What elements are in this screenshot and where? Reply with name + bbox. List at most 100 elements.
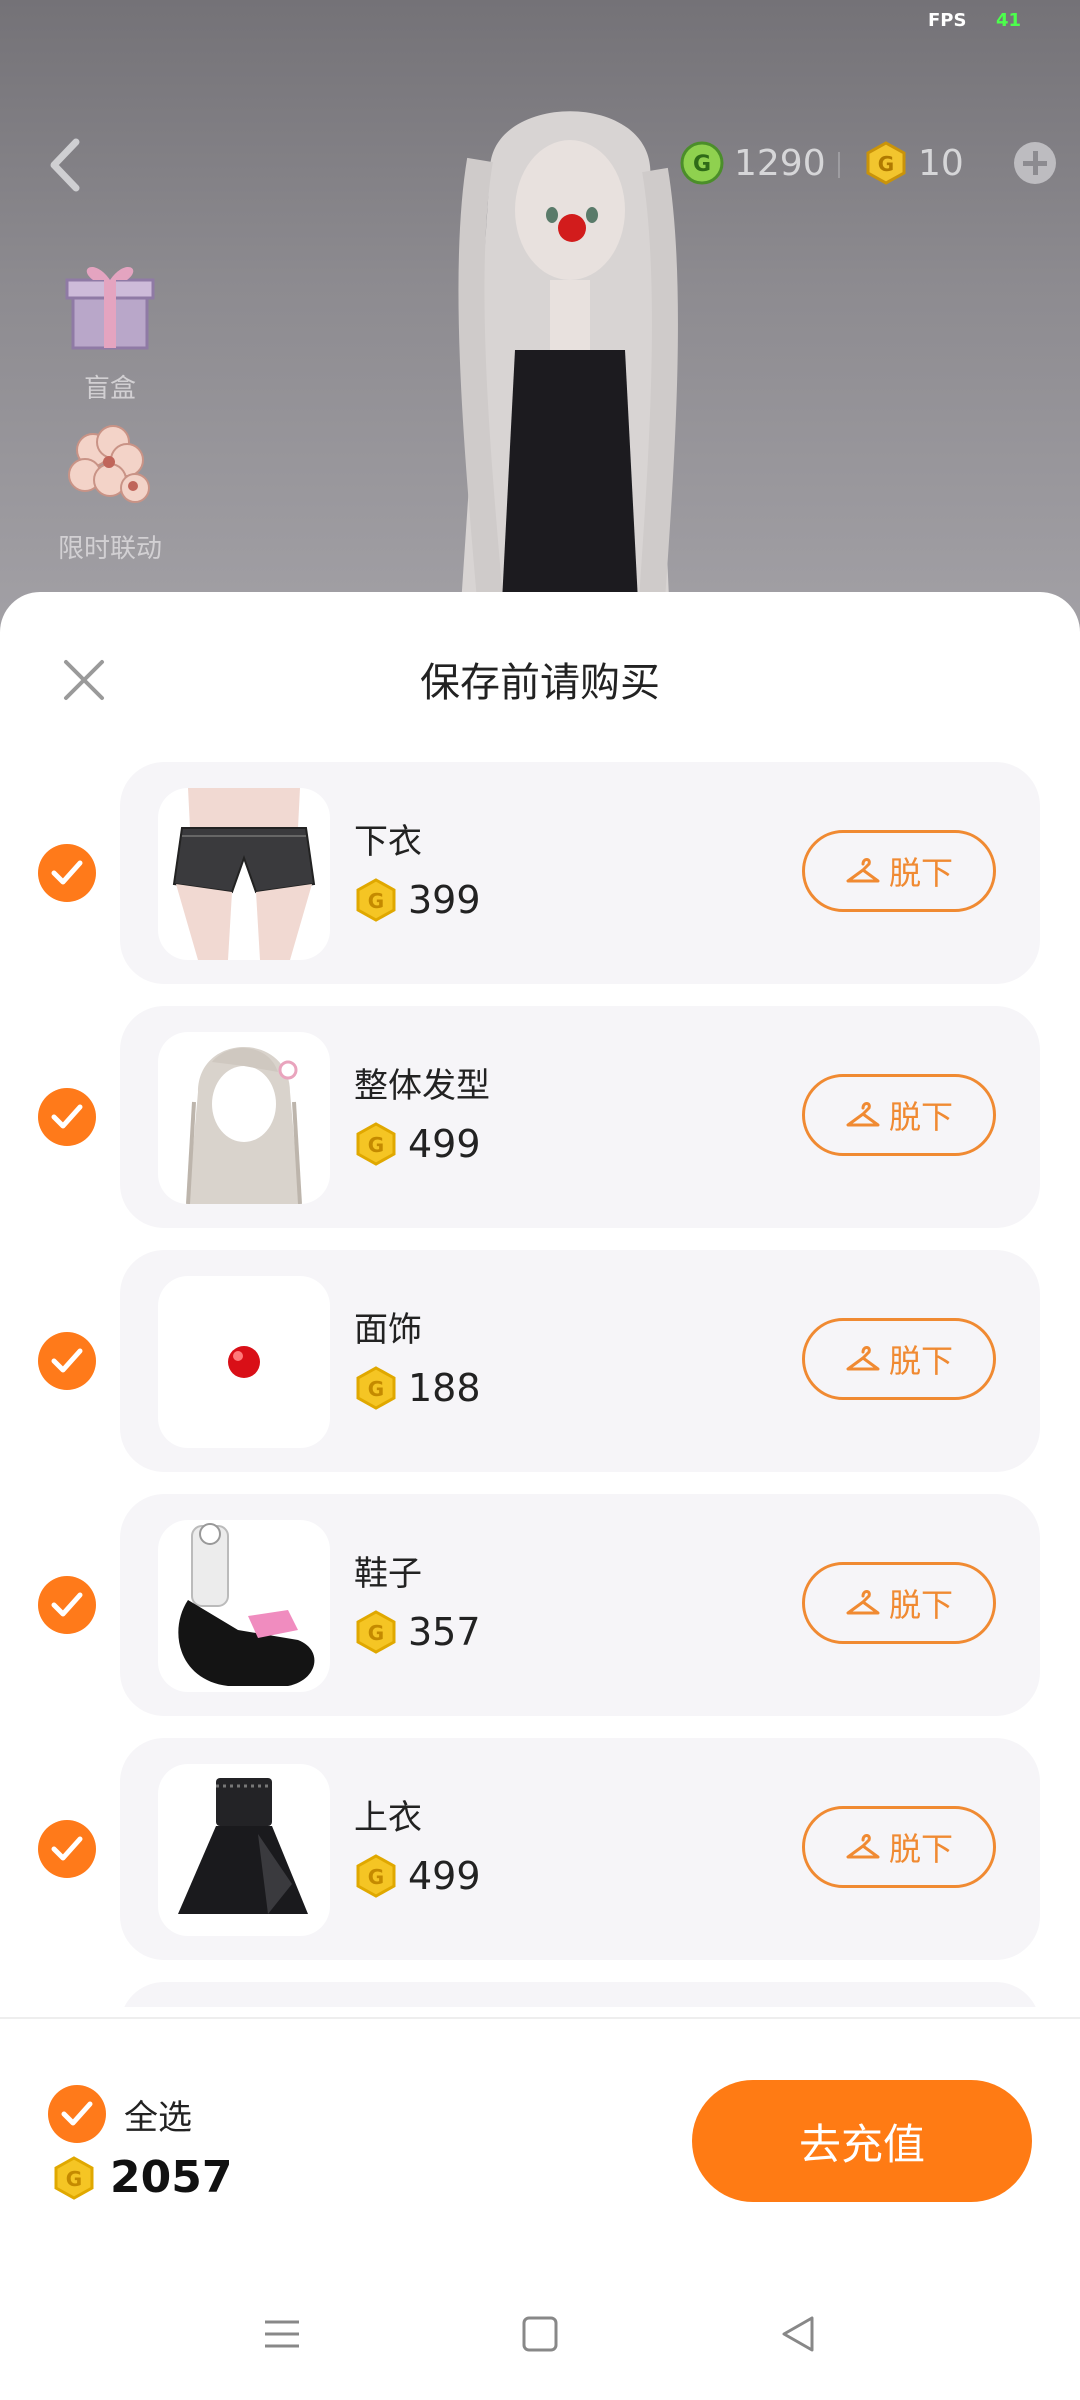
- gold-coin-icon: G: [356, 1366, 396, 1410]
- gold-coin-icon: G: [356, 1122, 396, 1166]
- nav-home-button[interactable]: [520, 2314, 560, 2358]
- hanger-icon: [846, 1346, 880, 1371]
- sidebar-item-collab[interactable]: 限时联动: [40, 420, 180, 565]
- remove-button-label: 脱下: [888, 1830, 953, 1868]
- check-icon: [51, 1104, 83, 1129]
- item-name: 整体发型: [354, 1066, 490, 1106]
- nav-back-button[interactable]: [778, 2314, 818, 2358]
- item-checkbox[interactable]: [38, 1576, 96, 1634]
- red-nose-icon: [228, 1346, 260, 1378]
- select-all-checkbox[interactable]: [48, 2085, 106, 2143]
- footer-divider: [0, 2017, 1080, 2019]
- recharge-button[interactable]: 去充值: [692, 2080, 1032, 2202]
- hanger-icon: [846, 1834, 880, 1859]
- item-price: G 499: [354, 1854, 481, 1898]
- purchase-sheet: 保存前请购买 下衣 G 399 脱下 整体发型 G 499 脱下 面饰 G 18…: [0, 592, 1080, 2400]
- game-scene: FPS 41 G 1290 G 10 盲盒 限时联动: [0, 0, 1080, 640]
- item-price: G 357: [354, 1610, 481, 1654]
- item-card: 下衣 G 399 脱下: [120, 762, 1040, 984]
- green-currency-amount: 1290: [734, 142, 826, 184]
- list-item: 上衣 G 499 脱下: [0, 1738, 1080, 1960]
- total-price: G 2057: [52, 2152, 232, 2203]
- hair-icon: [186, 1047, 302, 1204]
- svg-text:G: G: [66, 2167, 82, 2191]
- remove-button-label: 脱下: [888, 1586, 953, 1624]
- item-price: G 399: [354, 878, 481, 922]
- gold-coin-icon: G: [54, 2155, 94, 2200]
- item-thumbnail: [158, 788, 330, 960]
- svg-text:G: G: [878, 152, 894, 176]
- sidebar-item-label: 盲盒: [83, 374, 136, 404]
- item-price: G 188: [354, 1366, 481, 1410]
- remove-button[interactable]: 脱下: [802, 1318, 996, 1400]
- purchase-list[interactable]: 下衣 G 399 脱下 整体发型 G 499 脱下 面饰 G 188 脱下 鞋子…: [0, 762, 1080, 2007]
- item-checkbox[interactable]: [38, 844, 96, 902]
- item-card: 上衣 G 499 脱下: [120, 1738, 1040, 1960]
- item-name: 鞋子: [354, 1554, 422, 1594]
- item-thumbnail: [158, 1276, 330, 1448]
- fps-value: 41: [996, 10, 1022, 31]
- back-triangle-icon: [782, 2316, 814, 2352]
- item-name: 下衣: [354, 822, 422, 862]
- nav-menu-button[interactable]: [262, 2314, 302, 2358]
- svg-text:G: G: [368, 1865, 384, 1889]
- avatar-character: [458, 111, 678, 640]
- total-price-value: 2057: [110, 2152, 233, 2203]
- hanger-icon: [846, 858, 880, 883]
- remove-button[interactable]: 脱下: [802, 830, 996, 912]
- item-thumbnail: [158, 1764, 330, 1936]
- check-icon: [51, 860, 83, 885]
- gold-coin-icon: G: [356, 1854, 396, 1898]
- flower-icon: [68, 425, 150, 503]
- item-name: 上衣: [354, 1798, 422, 1838]
- gold-coin-icon: G: [866, 141, 906, 185]
- select-all-label: 全选: [124, 2097, 192, 2138]
- home-square-icon: [522, 2316, 558, 2352]
- list-item: 面饰 G 188 脱下: [0, 1250, 1080, 1472]
- shoes-icon: [178, 1523, 315, 1686]
- svg-text:G: G: [368, 889, 384, 913]
- item-card: 鞋子 G 357 脱下: [120, 1494, 1040, 1716]
- remove-button[interactable]: 脱下: [802, 1562, 996, 1644]
- add-currency-button[interactable]: [1014, 142, 1056, 184]
- check-icon: [51, 1836, 83, 1861]
- system-nav-bar: [0, 2270, 1080, 2400]
- item-name: 面饰: [354, 1310, 422, 1350]
- item-price-value: 499: [408, 1122, 481, 1166]
- remove-button-label: 脱下: [888, 1098, 953, 1136]
- item-price-value: 499: [408, 1854, 481, 1898]
- item-checkbox[interactable]: [38, 1820, 96, 1878]
- item-price: G 499: [354, 1122, 481, 1166]
- remove-button-label: 脱下: [888, 854, 953, 892]
- item-checkbox[interactable]: [38, 1088, 96, 1146]
- sheet-title: 保存前请购买: [420, 660, 660, 706]
- fps-label: FPS: [928, 10, 967, 31]
- item-price-value: 399: [408, 878, 481, 922]
- hanger-icon: [846, 1102, 880, 1127]
- shorts-icon: [172, 788, 316, 960]
- remove-button[interactable]: 脱下: [802, 1074, 996, 1156]
- item-card: 面饰 G 188 脱下: [120, 1250, 1040, 1472]
- svg-text:G: G: [368, 1621, 384, 1645]
- list-item: 鞋子 G 357 脱下: [0, 1494, 1080, 1716]
- item-price-value: 188: [408, 1366, 481, 1410]
- item-card: [120, 1982, 1040, 2007]
- item-thumbnail: [158, 1032, 330, 1204]
- sidebar-item-blind-box[interactable]: 盲盒: [40, 250, 180, 405]
- list-item-partial: [0, 1982, 1080, 2007]
- dress-icon: [178, 1778, 308, 1914]
- hanger-icon: [846, 1590, 880, 1615]
- remove-button-label: 脱下: [888, 1342, 953, 1380]
- gold-coin-icon: G: [356, 878, 396, 922]
- chevron-left-icon: [50, 138, 80, 192]
- list-item: 整体发型 G 499 脱下: [0, 1006, 1080, 1228]
- remove-button[interactable]: 脱下: [802, 1806, 996, 1888]
- sidebar-item-label: 限时联动: [57, 534, 162, 564]
- gold-currency: G 10: [864, 140, 964, 186]
- svg-text:G: G: [368, 1133, 384, 1157]
- check-icon: [51, 1348, 83, 1373]
- select-all-toggle[interactable]: 全选: [48, 2085, 192, 2143]
- back-button[interactable]: [36, 130, 96, 200]
- list-item: 下衣 G 399 脱下: [0, 762, 1080, 984]
- item-checkbox[interactable]: [38, 1332, 96, 1390]
